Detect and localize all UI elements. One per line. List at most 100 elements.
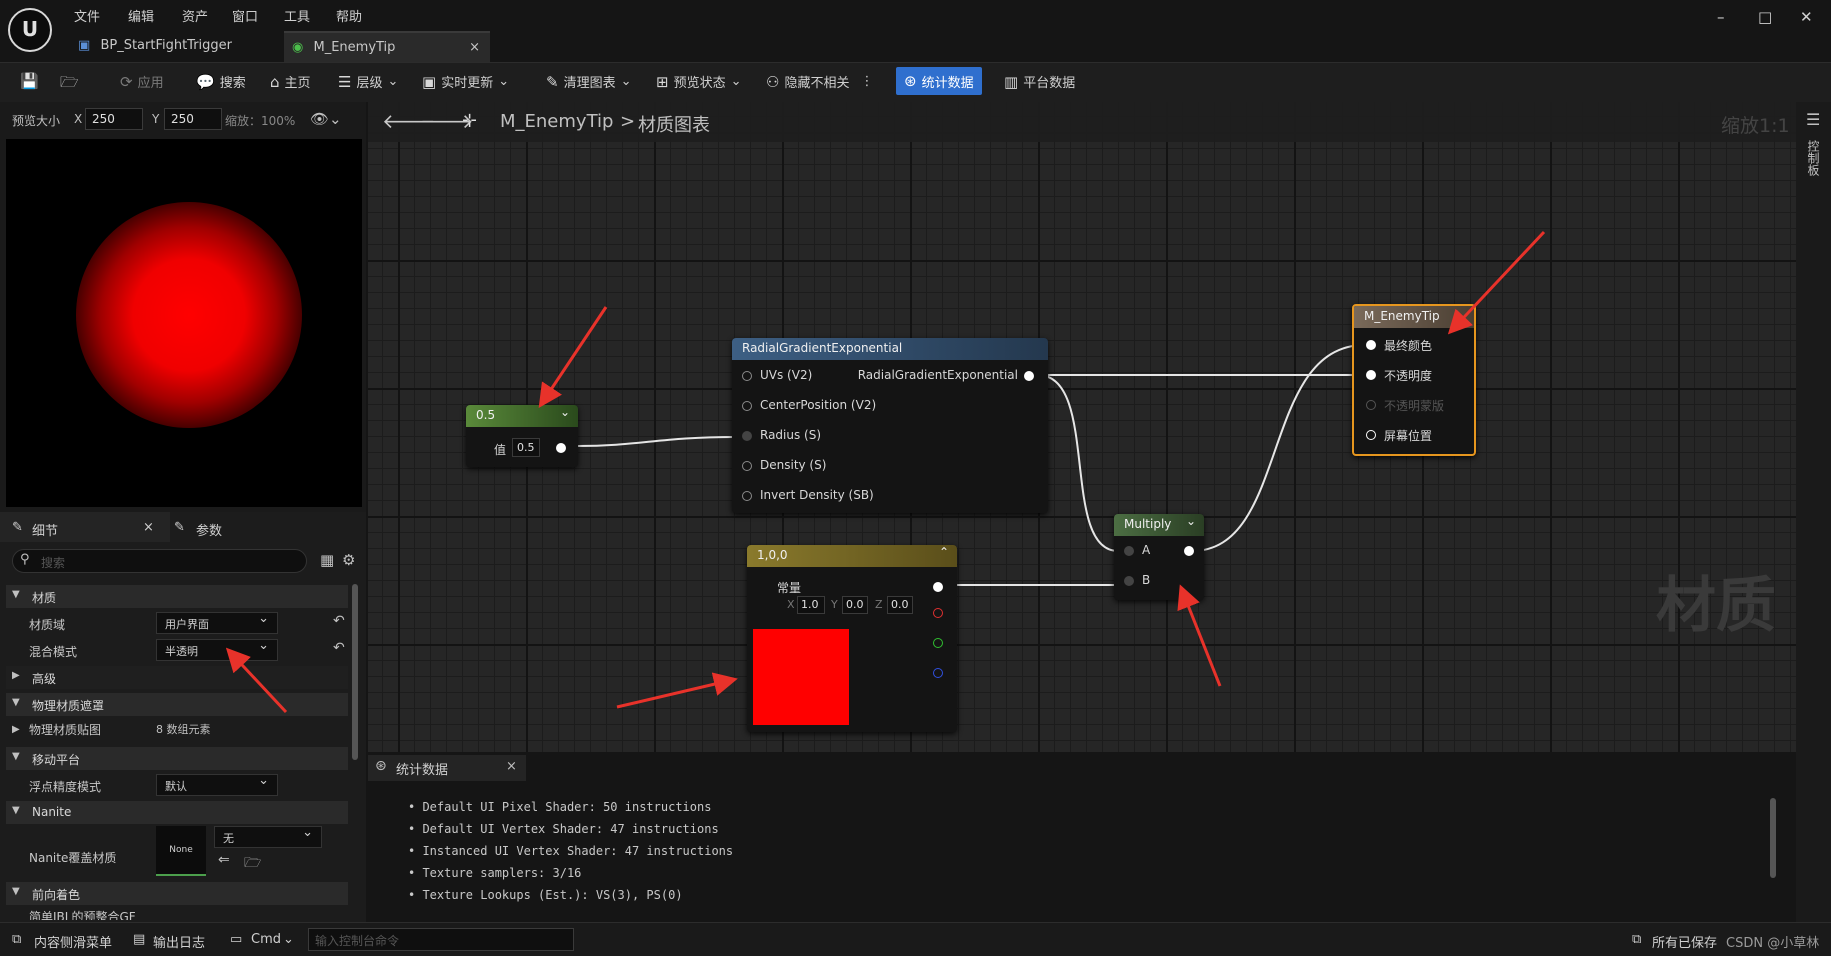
live-update-button[interactable]: ▣ 实时更新 ⌄ <box>422 72 509 92</box>
view-options-icon[interactable]: 👁⌄ <box>310 110 342 128</box>
node-header[interactable]: M_EnemyTip <box>1354 306 1474 328</box>
stats-scrollbar[interactable] <box>1770 798 1776 878</box>
constant-z-input[interactable]: 0.0 <box>887 596 913 614</box>
material-graph-canvas[interactable]: 材质 <box>368 102 1796 752</box>
save-button[interactable]: 💾 <box>20 72 39 90</box>
params-tab-label[interactable]: 参数 <box>196 520 222 539</box>
invert-input-pin[interactable] <box>742 491 752 501</box>
result-node[interactable]: M_EnemyTip 最终颜色 不透明度 不透明蒙版 屏幕位置 <box>1352 304 1476 456</box>
gear-icon[interactable]: ⚙ <box>342 551 355 569</box>
material-preview-viewport[interactable] <box>6 139 362 507</box>
nanite-override-select[interactable]: 无 <box>214 825 322 848</box>
constant-y-input[interactable]: 0.0 <box>842 596 868 614</box>
stats-button[interactable]: ⊛ 统计数据 <box>896 67 982 95</box>
uvs-input-pin[interactable] <box>742 371 752 381</box>
material-domain-select[interactable]: 用户界面 <box>156 611 278 634</box>
menu-edit[interactable]: 编辑 <box>128 6 154 25</box>
multiply-node[interactable]: Multiply ⌄ A B <box>1114 514 1204 600</box>
close-icon[interactable]: × <box>469 40 480 55</box>
multiply-b-pin[interactable] <box>1124 576 1134 586</box>
menu-file[interactable]: 文件 <box>74 6 100 25</box>
node-header[interactable]: Multiply ⌄ <box>1114 514 1204 536</box>
unreal-logo[interactable]: U <box>8 8 52 52</box>
content-drawer-button[interactable]: 内容侧滑菜单 <box>34 932 112 951</box>
browse-asset-icon[interactable]: 🗁 <box>244 852 261 876</box>
chevron-down-icon[interactable]: ⌄ <box>560 405 570 419</box>
apply-button[interactable]: ⟳ 应用 <box>120 72 164 92</box>
radius-input-pin[interactable] <box>742 431 752 441</box>
close-icon[interactable]: × <box>143 520 154 535</box>
console-input[interactable]: 输入控制台命令 <box>308 928 574 951</box>
nanite-thumbnail[interactable]: None <box>156 826 206 876</box>
section-forward[interactable]: 前向着色 <box>6 882 348 905</box>
search-button[interactable]: 💬 搜索 <box>196 72 246 92</box>
tab-m-enemytip[interactable]: ◉ M_EnemyTip × <box>284 31 490 62</box>
table-view-icon[interactable]: ▦ <box>320 551 334 569</box>
maximize-icon[interactable]: □ <box>1758 8 1772 26</box>
cmd-button[interactable]: Cmd <box>251 932 281 947</box>
scalar-node[interactable]: 0.5 ⌄ 值 0.5 <box>466 405 578 467</box>
node-header[interactable]: 0.5 ⌄ <box>466 405 578 427</box>
blend-mode-select[interactable]: 半透明 <box>156 638 278 661</box>
menu-tools[interactable]: 工具 <box>284 6 310 25</box>
close-icon[interactable]: × <box>506 759 517 774</box>
preview-x-input[interactable]: 250 <box>85 108 143 130</box>
left-panel: 预览大小 X 250 Y 250 缩放：100% 👁⌄ ✎ 细节 × ✎ 参数 … <box>0 102 366 922</box>
section-phys-mask[interactable]: 物理材质遮罩 <box>6 693 348 716</box>
use-selected-icon[interactable]: ⇐ <box>218 852 230 868</box>
scalar-value-input[interactable]: 0.5 <box>512 438 540 457</box>
section-mobile[interactable]: 移动平台 <box>6 747 348 770</box>
color-swatch[interactable] <box>753 629 849 725</box>
chevron-down-icon[interactable]: ⌄ <box>283 932 294 947</box>
center-input-pin[interactable] <box>742 401 752 411</box>
breadcrumb-root[interactable]: M_EnemyTip <box>500 111 613 132</box>
collapse-icon[interactable]: ⌃ <box>939 545 949 559</box>
section-advanced[interactable]: 高级 <box>6 666 348 689</box>
radial-output-pin[interactable] <box>1024 371 1034 381</box>
float-precision-select[interactable]: 默认 <box>156 773 278 796</box>
opacity-mask-pin[interactable] <box>1366 400 1376 410</box>
tab-bp-startfighttrigger[interactable]: ▣ BP_StartFightTrigger <box>70 31 280 62</box>
blue-output-pin[interactable] <box>933 668 943 678</box>
density-input-pin[interactable] <box>742 461 752 471</box>
screen-position-pin[interactable] <box>1366 430 1376 440</box>
node-header[interactable]: 1,0,0 ⌃ <box>747 545 957 567</box>
constant-output-pin[interactable] <box>933 582 943 592</box>
all-saved-status[interactable]: 所有已保存 <box>1652 932 1717 951</box>
final-color-pin[interactable] <box>1366 340 1376 350</box>
palette-menu-icon[interactable]: ☰ <box>1806 110 1820 129</box>
menu-window[interactable]: 窗口 <box>232 6 258 25</box>
scalar-output-pin[interactable] <box>556 443 566 453</box>
menu-help[interactable]: 帮助 <box>336 6 362 25</box>
multiply-output-pin[interactable] <box>1184 546 1194 556</box>
section-nanite[interactable]: Nanite <box>6 801 348 824</box>
menu-asset[interactable]: 资产 <box>182 6 208 25</box>
browse-button[interactable]: 🗁 <box>60 72 79 97</box>
home-button[interactable]: ⌂ 主页 <box>270 72 311 92</box>
output-log-button[interactable]: 输出日志 <box>153 932 205 951</box>
platform-stats-button[interactable]: ▥ 平台数据 <box>1004 72 1075 92</box>
node-header[interactable]: RadialGradientExponential <box>732 338 1048 360</box>
close-window-icon[interactable]: ✕ <box>1800 8 1813 26</box>
constant-x-input[interactable]: 1.0 <box>797 596 825 614</box>
more-icon[interactable]: ⋮ <box>860 74 873 89</box>
preview-y-input[interactable]: 250 <box>164 108 222 130</box>
chevron-down-icon[interactable]: ⌄ <box>1186 514 1196 528</box>
minimize-icon[interactable]: – <box>1717 8 1725 26</box>
green-output-pin[interactable] <box>933 638 943 648</box>
red-output-pin[interactable] <box>933 608 943 618</box>
reset-icon[interactable]: ↶ <box>333 613 345 629</box>
constant3vector-node[interactable]: 1,0,0 ⌃ 常量 X 1.0 Y 0.0 Z 0.0 <box>747 545 957 732</box>
reset-icon[interactable]: ↶ <box>333 640 345 656</box>
details-search-input[interactable]: 搜索 <box>12 549 307 573</box>
section-material[interactable]: 材质 <box>6 585 348 608</box>
multiply-a-pin[interactable] <box>1124 546 1134 556</box>
radial-gradient-node[interactable]: RadialGradientExponential UVs (V2) Cente… <box>732 338 1048 513</box>
clean-graph-button[interactable]: ✎ 清理图表 ⌄ <box>546 72 632 92</box>
palette-tab-label[interactable]: 控制板 <box>1805 140 1822 176</box>
details-scrollbar[interactable] <box>352 584 358 760</box>
opacity-pin[interactable] <box>1366 370 1376 380</box>
hierarchy-button[interactable]: ☰ 层级 ⌄ <box>338 72 398 92</box>
preview-state-button[interactable]: ⊞ 预览状态 ⌄ <box>656 72 742 92</box>
hide-unrelated-button[interactable]: ⚇ 隐藏不相关 ⋮ <box>766 72 873 92</box>
